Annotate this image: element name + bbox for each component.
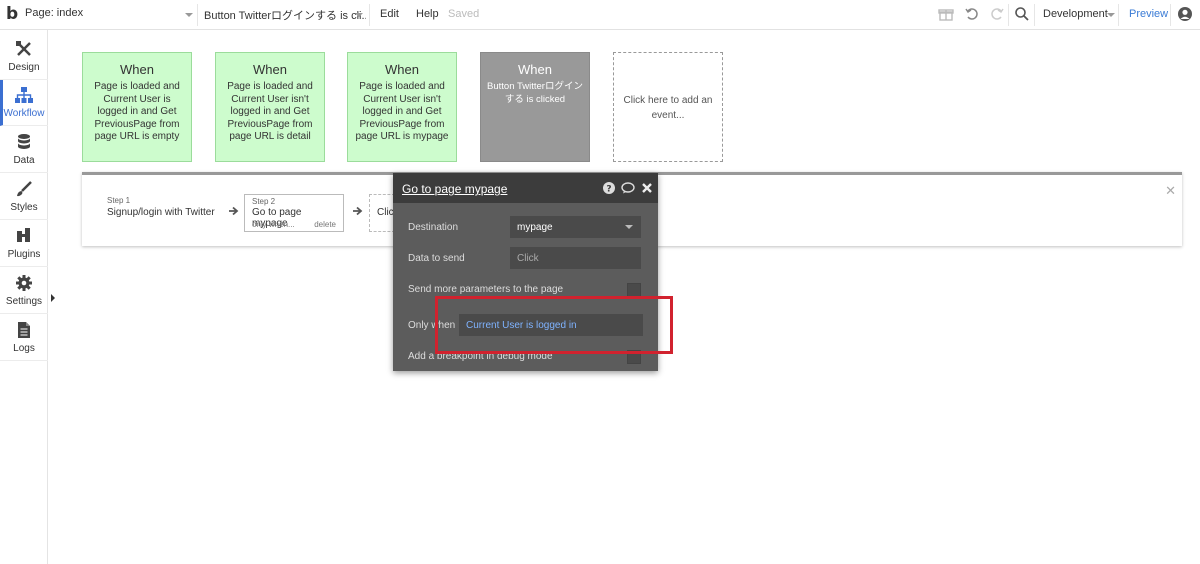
event-when-label: When bbox=[253, 62, 287, 77]
arrow-right-icon bbox=[229, 206, 239, 216]
event-condition: Page is loaded and Current User isn't lo… bbox=[355, 81, 449, 142]
step-signup-twitter[interactable]: Step 1 Signup/login with Twitter bbox=[107, 196, 215, 218]
gift-icon[interactable] bbox=[938, 6, 954, 22]
close-icon[interactable] bbox=[641, 182, 653, 194]
more-params-checkbox[interactable] bbox=[627, 283, 641, 297]
workflow-icon bbox=[15, 86, 33, 104]
comment-icon[interactable] bbox=[621, 182, 635, 194]
help-icon[interactable]: ? bbox=[603, 182, 615, 195]
event-when-label: When bbox=[120, 62, 154, 77]
sidebar-item-label: Plugins bbox=[7, 249, 41, 260]
left-sidebar: Design Workflow Data Styles Plugins Sett… bbox=[0, 30, 48, 564]
sidebar-item-logs[interactable]: Logs bbox=[0, 315, 48, 361]
more-params-label: Send more parameters to the page bbox=[408, 284, 564, 295]
sidebar-item-label: Settings bbox=[5, 296, 43, 307]
step-go-to-page[interactable]: Step 2 Go to page mypage only when... de… bbox=[244, 194, 344, 232]
sidebar-item-label: Styles bbox=[10, 202, 38, 213]
chevron-down-icon bbox=[185, 13, 193, 17]
design-tools-icon bbox=[15, 40, 33, 58]
event-select[interactable]: Button Twitterログインする is cli... bbox=[204, 7, 366, 23]
sidebar-item-workflow[interactable]: Workflow bbox=[0, 80, 48, 126]
step-number: Step 1 bbox=[107, 196, 131, 205]
svg-text:?: ? bbox=[606, 185, 611, 195]
divider bbox=[1170, 4, 1171, 26]
event-card-selected[interactable]: When Button Twitterログインする is clicked bbox=[480, 52, 590, 162]
sidebar-item-design[interactable]: Design bbox=[0, 34, 48, 80]
event-when-label: When bbox=[518, 62, 552, 77]
add-event-button[interactable]: Click here to add an event... bbox=[613, 52, 723, 162]
gear-icon bbox=[15, 274, 33, 292]
arrow-right-icon bbox=[353, 206, 363, 216]
page-select-label: Page: index bbox=[25, 7, 84, 19]
event-condition: Button Twitterログインする is clicked bbox=[487, 81, 583, 105]
top-bar: b Page: index Button Twitterログインする is cl… bbox=[0, 0, 1200, 30]
popup-header: Go to page mypage ? bbox=[393, 173, 658, 203]
destination-select[interactable]: mypage bbox=[510, 216, 641, 238]
data-to-send-field[interactable]: Click bbox=[510, 247, 641, 269]
divider bbox=[369, 4, 370, 26]
database-icon bbox=[15, 133, 33, 151]
user-icon[interactable] bbox=[1177, 6, 1193, 22]
brush-icon bbox=[15, 180, 33, 198]
plug-icon bbox=[15, 227, 33, 245]
data-to-send-placeholder: Click bbox=[517, 253, 539, 264]
event-select-label: Button Twitterログインする is cli... bbox=[204, 10, 366, 22]
undo-icon[interactable] bbox=[964, 6, 980, 22]
event-condition: Page is loaded and Current User is logge… bbox=[94, 81, 180, 142]
divider bbox=[1008, 4, 1009, 26]
search-icon[interactable] bbox=[1014, 6, 1030, 22]
sidebar-item-label: Design bbox=[8, 62, 40, 73]
step-number: Step 2 bbox=[252, 197, 276, 206]
step-only-when: only when... bbox=[252, 220, 295, 229]
add-action-button[interactable]: Click here to add an action... bbox=[369, 194, 395, 232]
page-select[interactable]: Page: index bbox=[25, 7, 195, 23]
divider bbox=[1118, 4, 1119, 26]
sidebar-item-label: Logs bbox=[13, 343, 35, 354]
destination-label: Destination bbox=[408, 222, 459, 233]
environment-select[interactable]: Development bbox=[1043, 8, 1108, 20]
step-delete-link[interactable]: delete bbox=[314, 220, 336, 229]
sidebar-item-label: Data bbox=[13, 155, 35, 166]
event-card[interactable]: When Page is loaded and Current User isn… bbox=[347, 52, 457, 162]
divider bbox=[197, 4, 198, 26]
event-card[interactable]: When Page is loaded and Current User isn… bbox=[215, 52, 325, 162]
data-to-send-label: Data to send bbox=[408, 253, 465, 264]
event-card[interactable]: When Page is loaded and Current User is … bbox=[82, 52, 192, 162]
divider bbox=[1034, 4, 1035, 26]
chevron-down-icon bbox=[1107, 13, 1115, 17]
sidebar-item-plugins[interactable]: Plugins bbox=[0, 221, 48, 267]
document-icon bbox=[15, 321, 33, 339]
edit-menu[interactable]: Edit bbox=[380, 8, 399, 20]
sidebar-item-settings[interactable]: Settings bbox=[0, 268, 48, 314]
popup-title[interactable]: Go to page mypage bbox=[402, 182, 507, 196]
help-menu[interactable]: Help bbox=[416, 8, 439, 20]
sidebar-expand-arrow-icon[interactable] bbox=[51, 294, 55, 302]
chevron-down-icon bbox=[355, 13, 363, 17]
bubble-logo[interactable]: b bbox=[6, 4, 18, 24]
close-icon[interactable]: ✕ bbox=[1165, 183, 1176, 199]
highlight-box bbox=[435, 296, 673, 354]
redo-icon[interactable] bbox=[989, 6, 1005, 22]
saved-status: Saved bbox=[448, 8, 480, 20]
sidebar-item-data[interactable]: Data bbox=[0, 127, 48, 173]
chevron-down-icon bbox=[625, 225, 633, 229]
preview-link[interactable]: Preview bbox=[1129, 8, 1168, 20]
event-when-label: When bbox=[385, 62, 419, 77]
add-event-label: Click here to add an event... bbox=[623, 95, 713, 121]
step-name: Signup/login with Twitter bbox=[107, 207, 215, 218]
event-condition: Page is loaded and Current User isn't lo… bbox=[227, 81, 313, 142]
sidebar-item-label: Workflow bbox=[3, 108, 45, 119]
destination-value: mypage bbox=[517, 222, 553, 233]
sidebar-item-styles[interactable]: Styles bbox=[0, 174, 48, 220]
